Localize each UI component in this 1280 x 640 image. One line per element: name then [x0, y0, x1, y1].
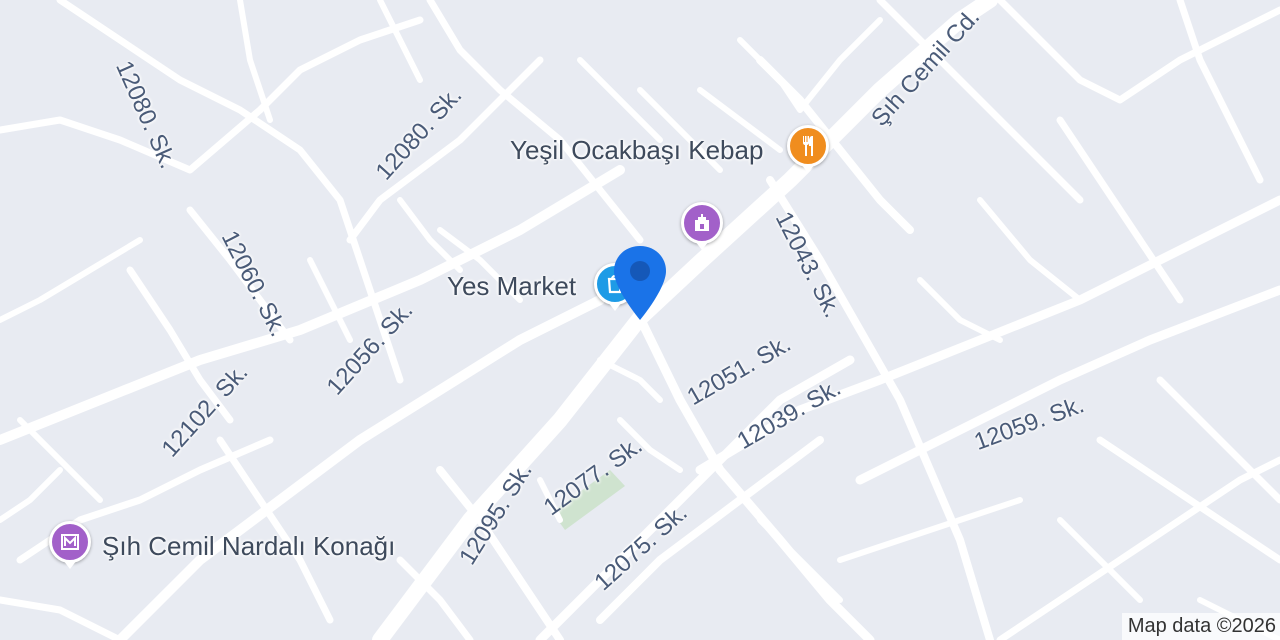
road: [1056, 116, 1184, 304]
road: [1156, 376, 1280, 504]
restaurant-pin[interactable]: [787, 125, 829, 173]
poi-label-restaurant[interactable]: Yeşil Ocakbaşı Kebap: [510, 137, 763, 163]
road: [1096, 436, 1280, 564]
road: [17, 417, 103, 503]
poi-label-market[interactable]: Yes Market: [447, 273, 576, 299]
road: [737, 17, 883, 113]
road: [377, 0, 423, 83]
museum-icon: [61, 534, 79, 550]
road: [917, 277, 1003, 343]
road: [426, 0, 644, 244]
map-canvas[interactable]: 12080. Sk. 12080. Sk. 12060. Sk. 12056. …: [0, 0, 1280, 640]
museum-pin[interactable]: [49, 521, 91, 569]
road: [837, 497, 1023, 563]
map-attribution: Map data ©2026: [1121, 613, 1280, 640]
road: [56, 0, 404, 384]
monument-icon: [695, 214, 709, 231]
road: [0, 596, 124, 640]
road: [757, 517, 843, 603]
fork-knife-icon: [803, 136, 813, 156]
road: [996, 0, 1280, 104]
road: [0, 237, 143, 323]
road: [237, 0, 273, 123]
road: [977, 197, 1083, 303]
road: [0, 165, 625, 445]
road: [597, 357, 663, 403]
road: [0, 467, 63, 523]
landmark-pin[interactable]: [681, 202, 723, 250]
location-pin-icon[interactable]: [612, 244, 668, 324]
poi-label-museum[interactable]: Şıh Cemil Nardalı Konağı: [102, 533, 395, 559]
